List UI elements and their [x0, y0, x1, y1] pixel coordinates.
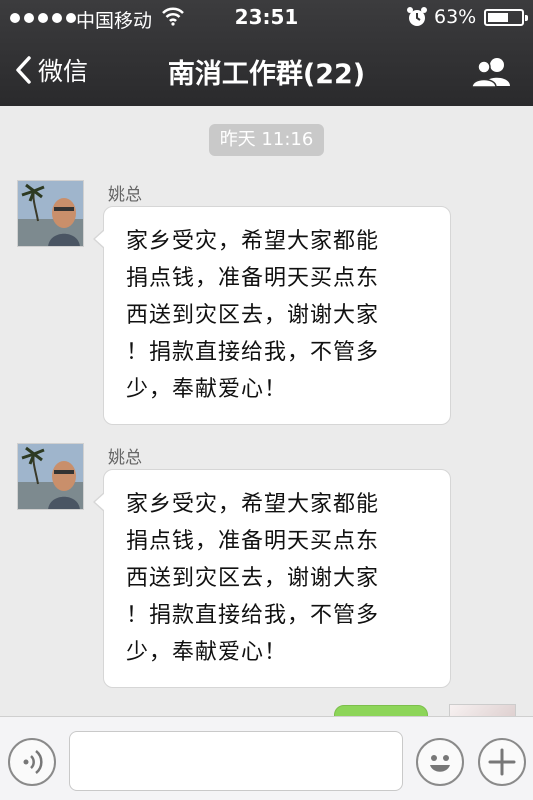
message-line: 西送到灾区去，谢谢大家	[126, 303, 380, 328]
message-line: 西送到灾区去，谢谢大家	[126, 566, 380, 591]
chat-area[interactable]: 昨天 11:16 姚总 家乡受灾，希望大家都能 捐点钱，准备明天买点东 西送到灾…	[0, 106, 533, 716]
message-line: 捐点钱，准备明天买点东	[126, 266, 380, 291]
message-input[interactable]	[69, 731, 403, 791]
voice-icon	[23, 750, 43, 774]
emoji-button[interactable]	[416, 738, 464, 786]
sender-name: 姚总	[108, 448, 142, 468]
voice-button[interactable]	[8, 738, 56, 786]
message-bubble[interactable]: 家乡受灾，希望大家都能 捐点钱，准备明天买点东 西送到灾区去，谢谢大家 ！捐款直…	[93, 206, 451, 425]
message-line: 家乡受灾，希望大家都能	[126, 229, 380, 254]
more-button[interactable]	[478, 738, 526, 786]
status-bar: 中国移动 23:51 63%	[0, 0, 533, 36]
message-line: ！捐款直接给我，不管多	[126, 340, 380, 365]
message-line: 家乡受灾，希望大家都能	[126, 492, 380, 517]
message-bubble[interactable]: 家乡受灾，希望大家都能 捐点钱，准备明天买点东 西送到灾区去，谢谢大家 ！捐款直…	[93, 469, 451, 688]
header: 中国移动 23:51 63% 微信 南消工作群(22)	[0, 0, 533, 106]
group-members-icon[interactable]	[470, 56, 514, 88]
emoji-icon	[430, 755, 450, 772]
avatar[interactable]	[17, 180, 84, 247]
battery-icon	[484, 9, 528, 26]
sender-name: 姚总	[108, 185, 142, 205]
plus-icon	[488, 748, 516, 776]
message-line: 捐点钱，准备明天买点东	[126, 529, 380, 554]
battery-percent: 63%	[434, 6, 477, 28]
alarm-clock-icon	[407, 7, 427, 26]
nav-bar: 微信 南消工作群(22)	[0, 36, 533, 106]
message-timestamp: 昨天 11:16	[209, 124, 324, 156]
my-avatar[interactable]	[449, 704, 516, 716]
input-bar	[0, 716, 533, 800]
message-line: ！捐款直接给我，不管多	[126, 603, 380, 628]
message-line: 少，奉献爱心！	[126, 640, 288, 665]
avatar[interactable]	[17, 443, 84, 510]
message-line: 少，奉献爱心！	[126, 377, 288, 402]
chat-title: 南消工作群(22)	[167, 59, 366, 90]
outgoing-message-bubble[interactable]	[334, 705, 428, 716]
